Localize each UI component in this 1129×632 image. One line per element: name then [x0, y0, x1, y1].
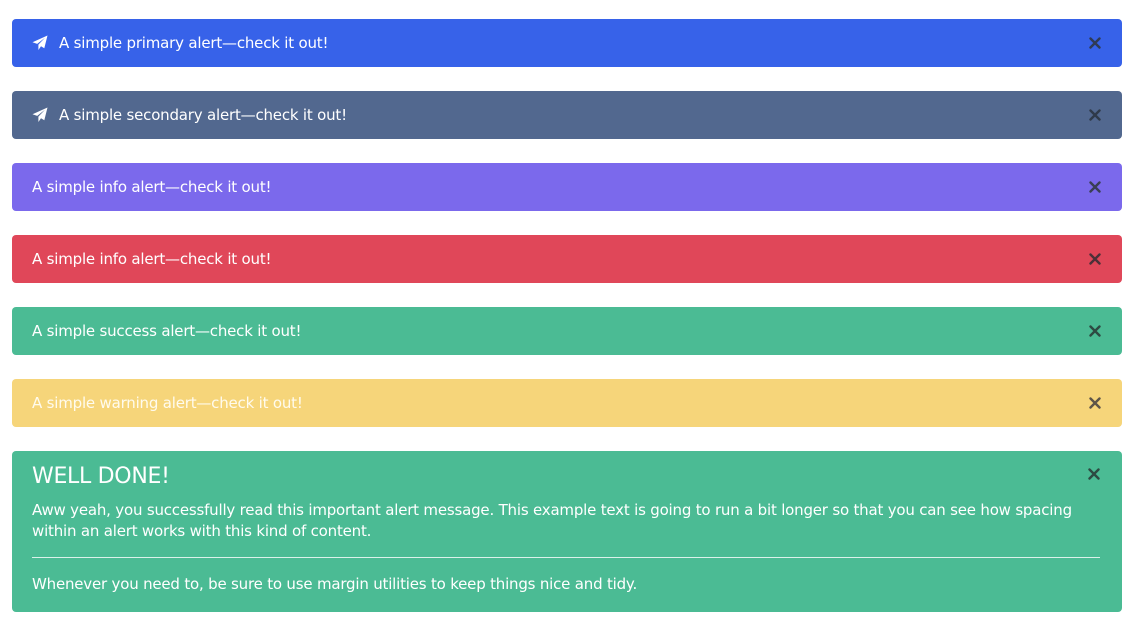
alerts-page: A simple primary alert—check it out! A s…: [0, 0, 1129, 632]
alert-divider: [32, 557, 1100, 558]
info-alert: A simple info alert—check it out!: [12, 163, 1122, 211]
danger-alert: A simple info alert—check it out!: [12, 235, 1122, 283]
close-icon[interactable]: [1088, 36, 1102, 50]
close-icon[interactable]: [1088, 252, 1102, 266]
close-icon[interactable]: [1088, 396, 1102, 410]
paper-plane-icon: [32, 107, 48, 123]
secondary-alert-text: A simple secondary alert—check it out!: [59, 106, 347, 124]
info-alert-text: A simple info alert—check it out!: [32, 178, 272, 196]
danger-alert-text: A simple info alert—check it out!: [32, 250, 272, 268]
warning-alert-text: A simple warning alert—check it out!: [32, 394, 303, 412]
warning-alert: A simple warning alert—check it out!: [12, 379, 1122, 427]
close-icon[interactable]: [1088, 180, 1102, 194]
primary-alert-text: A simple primary alert—check it out!: [59, 34, 329, 52]
close-icon[interactable]: [1088, 468, 1102, 482]
alert-body-text: Aww yeah, you successfully read this imp…: [32, 501, 1072, 540]
paper-plane-icon: [32, 35, 48, 51]
alert-heading: WELL DONE!: [32, 464, 170, 489]
success-alert-text: A simple success alert—check it out!: [32, 322, 302, 340]
success-alert: A simple success alert—check it out!: [12, 307, 1122, 355]
alert-footer-text: Whenever you need to, be sure to use mar…: [32, 575, 638, 593]
primary-alert: A simple primary alert—check it out!: [12, 19, 1122, 67]
close-icon[interactable]: [1088, 108, 1102, 122]
close-icon[interactable]: [1088, 324, 1102, 338]
secondary-alert: A simple secondary alert—check it out!: [12, 91, 1122, 139]
well-done-alert: WELL DONE! Aww yeah, you successfully re…: [12, 451, 1122, 612]
